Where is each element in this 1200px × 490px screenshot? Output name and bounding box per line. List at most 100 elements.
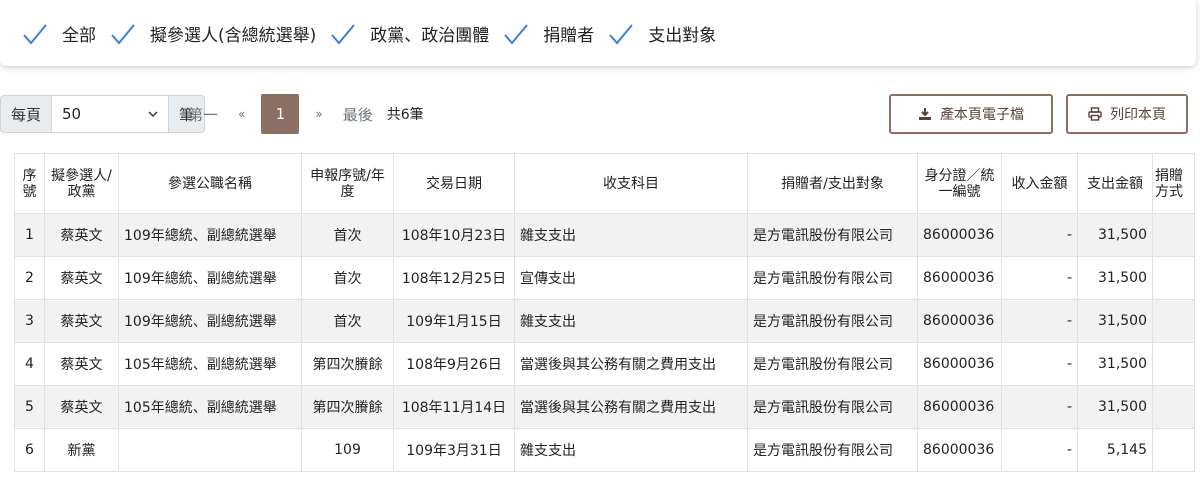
cell-category: 當選後與其公務有關之費用支出 — [514, 385, 748, 429]
filter-donors[interactable]: 捐贈者 — [503, 18, 594, 48]
download-icon — [919, 108, 931, 120]
printer-icon — [1088, 107, 1102, 121]
check-icon — [111, 24, 135, 45]
check-icon — [609, 24, 634, 45]
cell-payee: 是方電訊股份有限公司 — [747, 213, 918, 257]
cell-date: 108年12月25日 — [393, 256, 515, 300]
export-button[interactable]: 產本頁電子檔 — [889, 94, 1053, 134]
cell-payee: 是方電訊股份有限公司 — [747, 428, 918, 472]
cell-office: 109年總統、副總統選舉 — [118, 299, 302, 343]
cell-report-no: 109 — [301, 428, 394, 472]
chevron-down-icon — [148, 111, 158, 117]
cell-income: - — [1001, 428, 1078, 472]
table-row: 6 新黨 109 109年3月31日 雜支支出 是方電訊股份有限公司 86000… — [14, 428, 1195, 472]
check-icon — [23, 24, 47, 45]
cell-expense: 31,500 — [1077, 213, 1153, 257]
cell-category: 宣傳支出 — [514, 256, 748, 300]
cell-office: 109年總統、副總統選舉 — [118, 213, 302, 257]
cell-income: - — [1001, 342, 1078, 386]
cell-id: 86000036 — [917, 342, 1002, 386]
first-page-link[interactable]: 第一 — [178, 104, 228, 125]
per-page-group: 每頁 50 筆 — [0, 95, 206, 133]
pagination: 第一 « 1 » 最後 共6筆 — [178, 94, 424, 134]
table-row: 4 蔡英文 105年總統、副總統選舉 第四次賸餘 108年9月26日 當選後與其… — [14, 342, 1195, 386]
cell-candidate: 蔡英文 — [44, 385, 119, 429]
next-page-link[interactable]: » — [305, 107, 332, 121]
cell-index: 2 — [14, 256, 45, 300]
filter-payees[interactable]: 支出對象 — [608, 18, 716, 48]
cell-category: 雜支支出 — [514, 213, 748, 257]
cell-office: 105年總統、副總統選舉 — [118, 385, 302, 429]
col-header: 收入金額 — [1001, 153, 1078, 214]
filter-label: 全部 — [62, 25, 96, 46]
print-button[interactable]: 列印本頁 — [1066, 94, 1188, 134]
cell-method — [1152, 299, 1195, 343]
cell-id: 86000036 — [917, 385, 1002, 429]
filter-label: 擬參選人(含總統選舉) — [150, 25, 317, 46]
col-header: 捐贈者/支出對象 — [747, 153, 918, 214]
per-page-value: 50 — [62, 105, 82, 123]
per-page-select[interactable]: 50 — [51, 96, 170, 132]
print-label: 列印本頁 — [1110, 107, 1166, 123]
col-header: 參選公職名稱 — [118, 153, 302, 214]
cell-method — [1152, 342, 1195, 386]
cell-date: 108年9月26日 — [393, 342, 515, 386]
cell-expense: 31,500 — [1077, 342, 1153, 386]
cell-report-no: 首次 — [301, 299, 394, 343]
cell-method — [1152, 385, 1195, 429]
cell-date: 108年10月23日 — [393, 213, 515, 257]
cell-date: 109年3月31日 — [393, 428, 515, 472]
cell-method — [1152, 256, 1195, 300]
col-header: 申報序號/年度 — [301, 153, 394, 214]
table-header-row: 序號 擬參選人/政黨 參選公職名稱 申報序號/年度 交易日期 收支科目 捐贈者/… — [14, 153, 1195, 214]
table-row: 3 蔡英文 109年總統、副總統選舉 首次 109年1月15日 雜支支出 是方電… — [14, 299, 1195, 343]
filter-all[interactable]: 全部 — [22, 18, 96, 48]
filter-label: 支出對象 — [648, 25, 717, 46]
cell-method — [1152, 213, 1195, 257]
cell-category: 當選後與其公務有關之費用支出 — [514, 342, 748, 386]
col-header: 捐贈方式 — [1152, 153, 1195, 214]
cell-report-no: 首次 — [301, 256, 394, 300]
table-row: 2 蔡英文 109年總統、副總統選舉 首次 108年12月25日 宣傳支出 是方… — [14, 256, 1195, 300]
filter-candidates[interactable]: 擬參選人(含總統選舉) — [110, 18, 316, 48]
filter-label: 政黨、政治團體 — [370, 25, 490, 46]
cell-index: 4 — [14, 342, 45, 386]
col-header: 序號 — [14, 153, 45, 214]
per-page-label: 每頁 — [1, 96, 52, 132]
col-header: 擬參選人/政黨 — [44, 153, 119, 214]
filter-label: 捐贈者 — [543, 25, 595, 46]
table-row: 5 蔡英文 105年總統、副總統選舉 第四次賸餘 108年11月14日 當選後與… — [14, 385, 1195, 429]
cell-index: 3 — [14, 299, 45, 343]
cell-expense: 31,500 — [1077, 299, 1153, 343]
cell-office: 109年總統、副總統選舉 — [118, 256, 302, 300]
last-page-link[interactable]: 最後 — [333, 104, 383, 125]
cell-expense: 31,500 — [1077, 385, 1153, 429]
cell-office: 105年總統、副總統選舉 — [118, 342, 302, 386]
cell-report-no: 第四次賸餘 — [301, 385, 394, 429]
cell-income: - — [1001, 256, 1078, 300]
cell-method — [1152, 428, 1195, 472]
current-page[interactable]: 1 — [261, 94, 300, 134]
check-icon — [504, 24, 529, 45]
cell-index: 6 — [14, 428, 45, 472]
cell-category: 雜支支出 — [514, 299, 748, 343]
filter-parties[interactable]: 政黨、政治團體 — [330, 18, 489, 48]
cell-date: 109年1月15日 — [393, 299, 515, 343]
cell-office — [118, 428, 302, 472]
cell-report-no: 首次 — [301, 213, 394, 257]
cell-expense: 31,500 — [1077, 256, 1153, 300]
cell-payee: 是方電訊股份有限公司 — [747, 385, 918, 429]
cell-income: - — [1001, 213, 1078, 257]
col-header: 身分證／統一編號 — [917, 153, 1002, 214]
cell-id: 86000036 — [917, 428, 1002, 472]
prev-page-link[interactable]: « — [228, 107, 255, 121]
toolbar: 每頁 50 筆 第一 « 1 » 最後 共6筆 產本頁電子檔 列印本頁 — [0, 94, 1200, 134]
cell-candidate: 蔡英文 — [44, 256, 119, 300]
check-icon — [331, 24, 356, 45]
col-header: 支出金額 — [1077, 153, 1153, 214]
cell-payee: 是方電訊股份有限公司 — [747, 256, 918, 300]
table-row: 1 蔡英文 109年總統、副總統選舉 首次 108年10月23日 雜支支出 是方… — [14, 213, 1195, 257]
cell-date: 108年11月14日 — [393, 385, 515, 429]
cell-candidate: 蔡英文 — [44, 342, 119, 386]
cell-id: 86000036 — [917, 299, 1002, 343]
